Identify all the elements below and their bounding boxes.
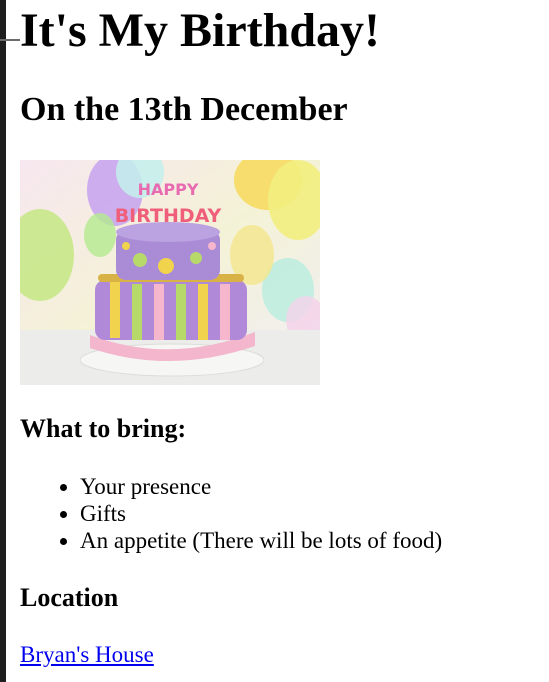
window-edge-tick bbox=[0, 39, 20, 41]
svg-text:BIRTHDAY: BIRTHDAY bbox=[115, 205, 222, 227]
svg-text:HAPPY: HAPPY bbox=[138, 180, 199, 199]
bring-list: Your presence Gifts An appetite (There w… bbox=[20, 473, 442, 554]
list-item: Gifts bbox=[80, 500, 442, 527]
birthday-cake-photo: HAPPY BIRTHDAY bbox=[20, 160, 320, 385]
list-item: Your presence bbox=[80, 473, 442, 500]
list-item: An appetite (There will be lots of food) bbox=[80, 527, 442, 554]
what-to-bring-heading: What to bring: bbox=[20, 414, 187, 443]
page-title: It's My Birthday! bbox=[20, 4, 380, 57]
window-left-edge bbox=[0, 0, 6, 682]
date-heading: On the 13th December bbox=[20, 91, 348, 128]
location-heading: Location bbox=[20, 583, 119, 612]
location-link[interactable]: Bryan's House bbox=[20, 641, 154, 669]
